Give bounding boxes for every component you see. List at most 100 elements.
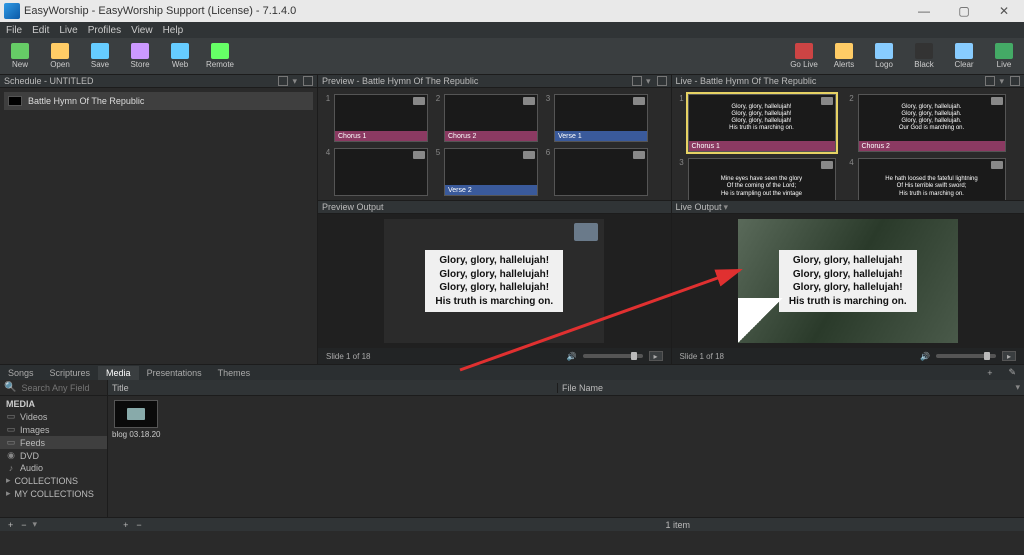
schedule-header: Schedule - UNTITLED ▾: [0, 74, 317, 88]
category-dvd[interactable]: ◉DVD: [0, 449, 107, 462]
edit-tab-button[interactable]: ✎: [1000, 365, 1024, 380]
volume-icon[interactable]: 🔊: [920, 352, 930, 361]
schedule-item-thumbnail: [8, 96, 22, 106]
remote-button[interactable]: Remote: [200, 38, 240, 74]
category-column: 🔍 MEDIA▭Videos▭Images▭Feeds◉DVD♪Audio▸ C…: [0, 380, 108, 517]
menu-live[interactable]: Live: [59, 25, 77, 36]
tab-media[interactable]: Media: [98, 366, 139, 380]
tab-presentations[interactable]: Presentations: [139, 366, 210, 380]
store-button[interactable]: Store: [120, 38, 160, 74]
menu-file[interactable]: File: [6, 25, 22, 36]
grid-view-icon[interactable]: [985, 76, 995, 86]
media-thumbnail: [114, 400, 158, 428]
volume-slider[interactable]: [583, 354, 643, 358]
add-button[interactable]: +: [119, 520, 132, 530]
slide-thumbnail[interactable]: 1Glory, glory, hallelujah!Glory, glory, …: [678, 94, 836, 152]
category-group[interactable]: ▸ MY COLLECTIONS: [0, 487, 107, 500]
grid-view-icon[interactable]: [632, 76, 642, 86]
grid-view-icon[interactable]: [278, 76, 288, 86]
menu-view[interactable]: View: [131, 25, 153, 36]
tab-scriptures[interactable]: Scriptures: [42, 366, 99, 380]
live-output-frame: Glory, glory, hallelujah!Glory, glory, h…: [738, 219, 958, 343]
add-tab-button[interactable]: +: [979, 366, 1000, 380]
maximize-panel-icon[interactable]: [1010, 76, 1020, 86]
column-filename[interactable]: File Name: [558, 383, 1011, 393]
maximize-button[interactable]: ▢: [944, 0, 984, 22]
category-group[interactable]: ▸ COLLECTIONS: [0, 474, 107, 487]
menu-help[interactable]: Help: [163, 25, 184, 36]
preview-title: Preview - Battle Hymn Of The Republic: [322, 76, 478, 86]
slide-thumbnail[interactable]: 2Chorus 2: [434, 94, 538, 142]
item-count: 1 item: [665, 520, 690, 530]
slide-thumbnail[interactable]: 5Verse 2: [434, 148, 538, 196]
title-bar: EasyWorship - EasyWorship Support (Licen…: [0, 0, 1024, 22]
maximize-panel-icon[interactable]: [303, 76, 313, 86]
category-header: MEDIA: [0, 398, 107, 410]
menu-profiles[interactable]: Profiles: [88, 25, 121, 36]
slide-thumbnail[interactable]: 1Chorus 1: [324, 94, 428, 142]
clear-button[interactable]: Clear: [944, 38, 984, 74]
logo-button[interactable]: Logo: [864, 38, 904, 74]
chevron-down-icon[interactable]: ▾: [292, 76, 297, 87]
chevron-down-icon[interactable]: ▾: [646, 76, 651, 87]
new-button[interactable]: New: [0, 38, 40, 74]
chevron-down-icon[interactable]: ▾: [31, 519, 40, 530]
media-item-label: blog 03.18.20: [112, 430, 161, 439]
chevron-down-icon[interactable]: ▾: [1011, 382, 1024, 393]
remove-button[interactable]: −: [17, 520, 30, 530]
maximize-panel-icon[interactable]: [657, 76, 667, 86]
schedule-item-title: Battle Hymn Of The Republic: [28, 96, 144, 106]
slide-thumbnail[interactable]: 4He hath loosed the fateful lightningOf …: [848, 158, 1006, 200]
next-slide-button[interactable]: ▸: [649, 351, 663, 361]
remove-button[interactable]: −: [132, 520, 145, 530]
live-title: Live - Battle Hymn Of The Republic: [676, 76, 817, 86]
schedule-item[interactable]: Battle Hymn Of The Republic: [4, 92, 313, 110]
category-audio[interactable]: ♪Audio: [0, 462, 107, 474]
tab-themes[interactable]: Themes: [210, 366, 259, 380]
slide-thumbnail[interactable]: 2Glory, glory, hallelujah.Glory, glory, …: [848, 94, 1006, 152]
chevron-down-icon[interactable]: ▾: [724, 202, 729, 213]
live-button[interactable]: Live: [984, 38, 1024, 74]
open-button[interactable]: Open: [40, 38, 80, 74]
volume-icon[interactable]: 🔊: [567, 352, 577, 361]
column-title[interactable]: Title: [108, 383, 558, 393]
search-icon: 🔍: [4, 382, 16, 393]
tab-songs[interactable]: Songs: [0, 366, 42, 380]
media-item[interactable]: blog 03.18.20: [112, 400, 161, 439]
alerts-button[interactable]: Alerts: [824, 38, 864, 74]
window-title: EasyWorship - EasyWorship Support (Licen…: [24, 5, 296, 17]
category-feeds[interactable]: ▭Feeds: [0, 436, 107, 449]
preview-output-title: Preview Output: [322, 202, 384, 212]
minimize-button[interactable]: —: [904, 0, 944, 22]
next-slide-button[interactable]: ▸: [1002, 351, 1016, 361]
live-output-header: Live Output ▾: [672, 200, 1024, 214]
live-slide-info: Slide 1 of 18: [680, 352, 724, 361]
slide-thumbnail[interactable]: 4: [324, 148, 428, 196]
list-header: Title File Name ▾: [108, 380, 1024, 396]
golive-button[interactable]: Go Live: [784, 38, 824, 74]
live-header: Live - Battle Hymn Of The Republic ▾: [672, 74, 1024, 88]
web-button[interactable]: Web: [160, 38, 200, 74]
status-bar: + − ▾ + − 1 item: [0, 517, 1024, 531]
live-lyrics: Glory, glory, hallelujah!Glory, glory, h…: [779, 250, 917, 312]
resource-area: 🔍 MEDIA▭Videos▭Images▭Feeds◉DVD♪Audio▸ C…: [0, 380, 1024, 517]
slide-thumbnail[interactable]: 3Verse 1: [544, 94, 648, 142]
slide-thumbnail[interactable]: 3Mine eyes have seen the gloryOf the com…: [678, 158, 836, 200]
menu-edit[interactable]: Edit: [32, 25, 49, 36]
schedule-panel: Schedule - UNTITLED ▾ Battle Hymn Of The…: [0, 74, 317, 364]
chevron-down-icon[interactable]: ▾: [999, 76, 1004, 87]
menu-bar: File Edit Live Profiles View Help: [0, 22, 1024, 38]
preview-header: Preview - Battle Hymn Of The Republic ▾: [318, 74, 671, 88]
main-toolbar: NewOpenSaveStoreWebRemote Go LiveAlertsL…: [0, 38, 1024, 74]
slide-thumbnail[interactable]: 6: [544, 148, 648, 196]
camera-icon: [574, 223, 598, 241]
black-button[interactable]: Black: [904, 38, 944, 74]
resource-tabs: SongsScripturesMediaPresentationsThemes +…: [0, 364, 1024, 380]
save-button[interactable]: Save: [80, 38, 120, 74]
live-output-title: Live Output: [676, 202, 722, 212]
category-images[interactable]: ▭Images: [0, 423, 107, 436]
add-button[interactable]: +: [4, 520, 17, 530]
volume-slider[interactable]: [936, 354, 996, 358]
category-videos[interactable]: ▭Videos: [0, 410, 107, 423]
close-button[interactable]: ✕: [984, 0, 1024, 22]
